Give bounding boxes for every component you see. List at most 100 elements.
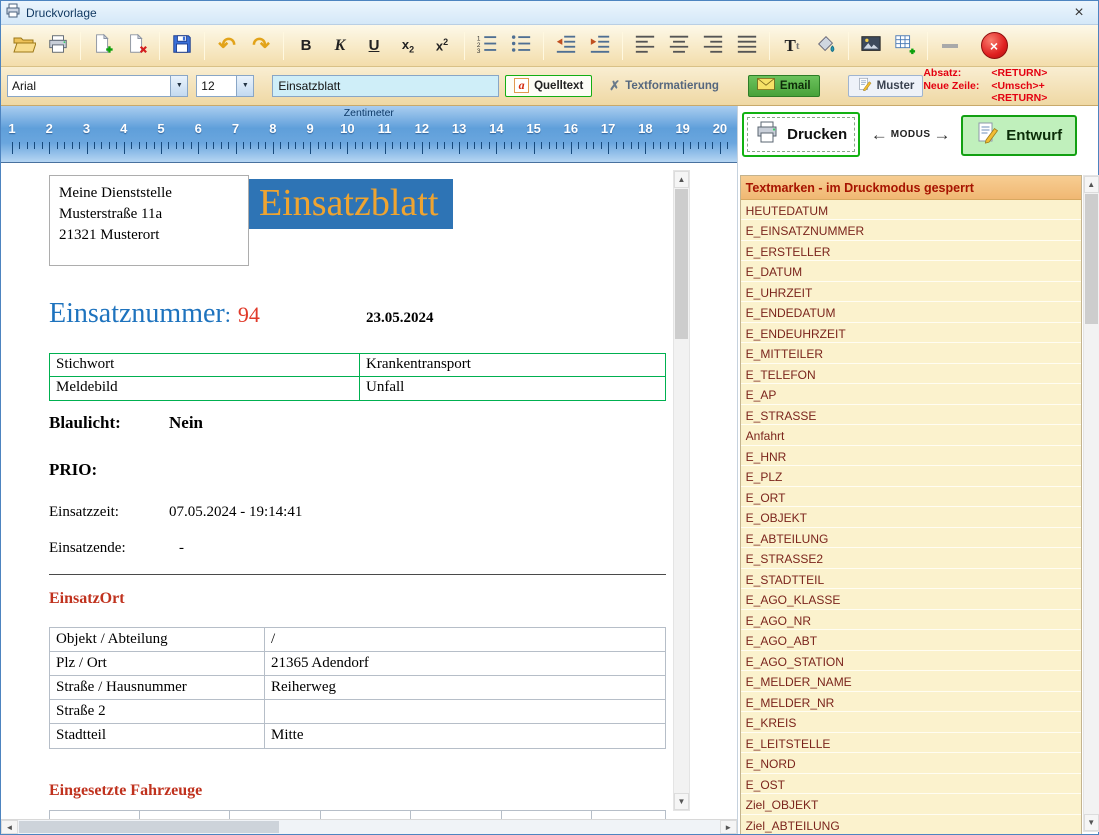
email-button[interactable]: Email — [748, 75, 820, 97]
align-right-button[interactable] — [696, 29, 730, 63]
textmarken-item[interactable]: E_OBJEKT — [741, 507, 1081, 528]
scrollbar-thumb[interactable] — [19, 821, 279, 833]
scroll-down-icon[interactable]: ▼ — [1084, 814, 1099, 831]
scroll-up-icon[interactable]: ▲ — [1084, 176, 1099, 193]
table-add-button[interactable] — [888, 29, 922, 63]
numbered-list-button[interactable]: 123 — [470, 29, 504, 63]
textmarken-item[interactable]: E_AGO_KLASSE — [741, 589, 1081, 610]
font-family-select[interactable]: Arial ▼ — [7, 75, 188, 97]
scroll-right-icon[interactable]: ► — [720, 820, 737, 834]
textmarken-item[interactable]: E_TELEFON — [741, 364, 1081, 385]
cell-empty — [50, 811, 140, 820]
font-button[interactable]: Tt — [775, 29, 809, 63]
textmarken-item[interactable]: E_AGO_NR — [741, 610, 1081, 631]
subscript-button[interactable]: x2 — [391, 29, 425, 63]
textmarken-item[interactable]: E_ORT — [741, 487, 1081, 508]
chevron-down-icon[interactable]: ▼ — [170, 76, 187, 96]
ruler-number: 16 — [564, 121, 578, 136]
textmarken-item[interactable]: E_AGO_STATION — [741, 651, 1081, 672]
entwurf-button[interactable]: Entwurf — [961, 115, 1077, 156]
textmarken-item[interactable]: E_HNR — [741, 446, 1081, 467]
bullet-list-button[interactable] — [504, 29, 538, 63]
font-size-select[interactable]: 12 ▼ — [196, 75, 254, 97]
ruler-tick — [303, 142, 304, 149]
textmarken-item[interactable]: E_OST — [741, 774, 1081, 795]
ruler-tick — [79, 142, 80, 149]
underline-button[interactable]: U — [357, 29, 391, 63]
textmarken-item[interactable]: E_AP — [741, 384, 1081, 405]
textmarken-item[interactable]: E_PLZ — [741, 466, 1081, 487]
textmarken-item[interactable]: Anfahrt — [741, 425, 1081, 446]
undo-button[interactable]: ↶ — [210, 29, 244, 63]
textmarken-item[interactable]: E_ENDEUHRZEIT — [741, 323, 1081, 344]
drucken-button[interactable]: Drucken — [742, 112, 860, 157]
textmarken-panel: Textmarken - im Druckmodus gesperrt HEUT… — [738, 163, 1098, 835]
textmarken-item[interactable]: E_MELDER_NR — [741, 692, 1081, 713]
muster-button[interactable]: Muster — [848, 75, 924, 97]
align-center-button[interactable] — [662, 29, 696, 63]
cell-value — [265, 700, 665, 724]
template-add-button[interactable] — [86, 29, 120, 63]
ruler-tick — [675, 142, 676, 149]
textmarken-item[interactable]: Ziel_OBJEKT — [741, 794, 1081, 815]
align-left-button[interactable] — [628, 29, 662, 63]
close-template-button[interactable]: × — [977, 29, 1011, 63]
outdent-button[interactable] — [549, 29, 583, 63]
ruler-tick — [310, 142, 311, 154]
textmarken-item[interactable]: E_STADTTEIL — [741, 569, 1081, 590]
bold-button[interactable]: B — [289, 29, 323, 63]
textmarken-item[interactable]: E_KREIS — [741, 712, 1081, 733]
table-add-icon — [894, 33, 916, 58]
scroll-left-icon[interactable]: ◄ — [1, 820, 18, 834]
ruler-tick — [355, 142, 356, 149]
textmarken-item[interactable]: E_ERSTELLER — [741, 241, 1081, 262]
textmarken-item[interactable]: E_ENDEDATUM — [741, 302, 1081, 323]
textmarken-item[interactable]: E_STRASSE2 — [741, 548, 1081, 569]
textmarken-item[interactable]: E_STRASSE — [741, 405, 1081, 426]
textmarken-scrollbar[interactable]: ▲ ▼ — [1083, 175, 1099, 833]
toolbar-separator — [622, 32, 623, 60]
indent-button[interactable] — [583, 29, 617, 63]
document-scrollbar[interactable]: ▲ ▼ — [673, 170, 690, 812]
textmarken-item[interactable]: E_ABTEILUNG — [741, 528, 1081, 549]
ruler-tick — [519, 142, 520, 149]
textmarken-item[interactable]: E_AGO_ABT — [741, 630, 1081, 651]
textmarken-item[interactable]: E_UHRZEIT — [741, 282, 1081, 303]
template-delete-button[interactable] — [120, 29, 154, 63]
insert-line-button[interactable] — [933, 29, 967, 63]
scrollbar-thumb[interactable] — [675, 189, 688, 339]
textformatierung-button[interactable]: ✗ Textformatierung — [600, 75, 728, 97]
template-name-input[interactable] — [272, 75, 499, 97]
textmarken-item[interactable]: E_MELDER_NAME — [741, 671, 1081, 692]
redo-button[interactable]: ↷ — [244, 29, 278, 63]
textmarken-item[interactable]: Ziel_ABTEILUNG — [741, 815, 1081, 835]
fill-color-button[interactable] — [809, 29, 843, 63]
superscript-button[interactable]: x2 — [425, 29, 459, 63]
textmarken-item[interactable]: E_EINSATZNUMMER — [741, 220, 1081, 241]
ruler-number: 17 — [601, 121, 615, 136]
open-button[interactable] — [7, 29, 41, 63]
textmarken-item[interactable]: E_MITTEILER — [741, 343, 1081, 364]
textmarken-item[interactable]: E_LEITSTELLE — [741, 733, 1081, 754]
toolbar-separator — [204, 32, 205, 60]
scroll-down-icon[interactable]: ▼ — [674, 793, 689, 810]
textmarken-item[interactable]: HEUTEDATUM — [741, 200, 1081, 221]
ruler-tick — [340, 142, 341, 149]
align-justify-button[interactable] — [730, 29, 764, 63]
textmarken-item[interactable]: E_NORD — [741, 753, 1081, 774]
save-button[interactable] — [165, 29, 199, 63]
blaulicht-label: Blaulicht: — [49, 413, 121, 432]
window-close-button[interactable]: × — [1064, 4, 1094, 22]
document-preview[interactable]: Meine Dienststelle Musterstraße 11a 2132… — [1, 163, 673, 820]
scrollbar-thumb[interactable] — [1085, 194, 1098, 324]
image-button[interactable] — [854, 29, 888, 63]
print-button[interactable] — [41, 29, 75, 63]
horizontal-scrollbar[interactable]: ◄ ► — [1, 819, 737, 834]
ruler-tick — [131, 142, 132, 149]
italic-button[interactable]: K — [323, 29, 357, 63]
chevron-down-icon[interactable]: ▼ — [236, 76, 253, 96]
ruler-tick — [124, 142, 125, 154]
scroll-up-icon[interactable]: ▲ — [674, 171, 689, 188]
quelltext-button[interactable]: a Quelltext — [505, 75, 592, 97]
textmarken-item[interactable]: E_DATUM — [741, 261, 1081, 282]
